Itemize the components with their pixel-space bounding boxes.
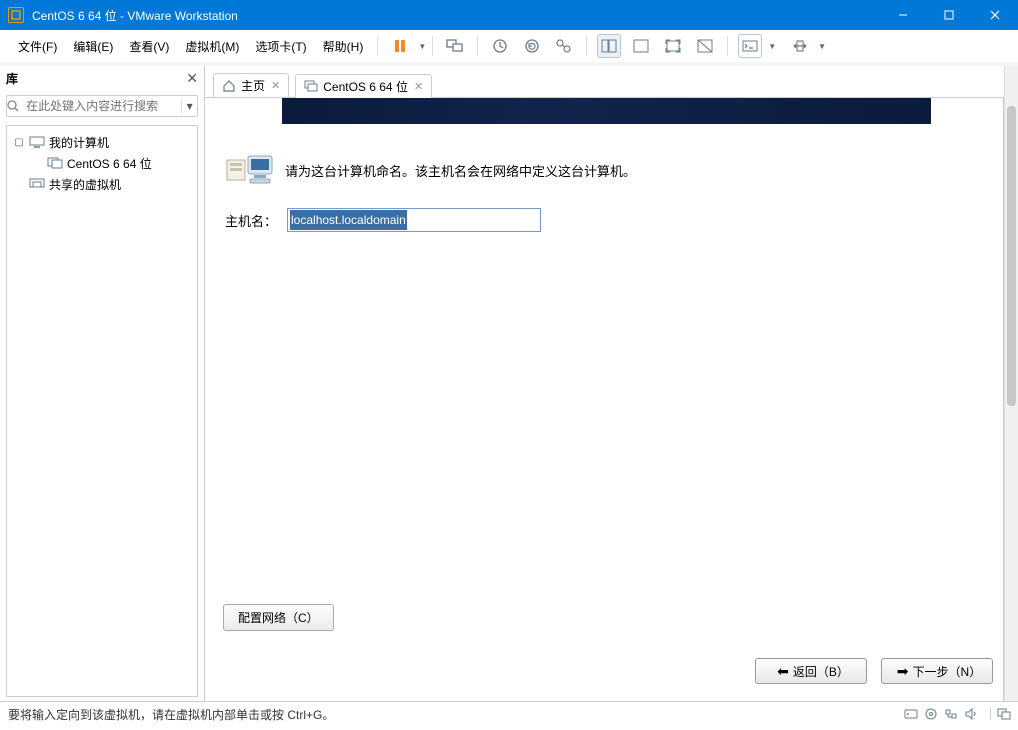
next-button[interactable]: ➡ 下一步（N） [881, 658, 993, 684]
library-tree: ▢ 我的计算机 CentOS 6 64 位 共享的虚拟机 [6, 125, 198, 697]
menu-view[interactable]: 查看(V) [121, 34, 177, 59]
console-icon[interactable] [738, 34, 762, 58]
search-dropdown[interactable]: ▾ [181, 99, 197, 113]
configure-network-button[interactable]: 配置网络（C） [223, 604, 334, 631]
maximize-button[interactable] [926, 0, 972, 30]
tab-close-icon[interactable]: ✕ [414, 80, 423, 93]
status-messages-icon[interactable] [990, 708, 1010, 720]
unity-icon[interactable] [693, 34, 717, 58]
scrollbar-thumb[interactable] [1007, 106, 1016, 406]
view-thumbnails-icon[interactable] [597, 34, 621, 58]
content-area: 主页 ✕ CentOS 6 64 位 ✕ [205, 66, 1018, 701]
vm-display[interactable]: 请为这台计算机命名。该主机名会在网络中定义这台计算机。 主机名： localho… [205, 98, 1004, 701]
separator [377, 36, 378, 56]
search-input[interactable] [26, 99, 181, 113]
status-network-icon[interactable] [944, 708, 964, 720]
tab-home[interactable]: 主页 ✕ [213, 73, 289, 97]
sidebar-header: 库 ✕ [0, 66, 204, 91]
view-single-icon[interactable] [629, 34, 653, 58]
snapshot-icon[interactable] [488, 34, 512, 58]
next-label: 下一步（N） [913, 663, 982, 680]
tree-vm-centos[interactable]: CentOS 6 64 位 [11, 153, 193, 174]
installer-banner [282, 98, 931, 124]
tree-shared-vms[interactable]: 共享的虚拟机 [11, 174, 193, 195]
send-keys-icon[interactable] [443, 34, 467, 58]
expand-toggle[interactable]: ▢ [13, 137, 25, 148]
manage-snapshots-icon[interactable] [552, 34, 576, 58]
close-button[interactable] [972, 0, 1018, 30]
main-layout: 库 ✕ ▾ ▢ 我的计算机 CentOS 6 64 位 [0, 66, 1018, 701]
vertical-scrollbar[interactable] [1004, 66, 1018, 701]
minimize-button[interactable] [880, 0, 926, 30]
arrow-right-icon: ➡ [897, 663, 909, 680]
tab-close-icon[interactable]: ✕ [271, 79, 280, 92]
separator [432, 36, 433, 56]
pause-dropdown[interactable]: ▼ [418, 42, 426, 51]
shared-icon [29, 178, 45, 192]
hostname-label: 主机名： [225, 211, 277, 230]
stretch-icon[interactable] [788, 34, 812, 58]
tab-label: CentOS 6 64 位 [323, 78, 408, 95]
menu-help[interactable]: 帮助(H) [315, 34, 372, 59]
separator [477, 36, 478, 56]
menu-edit[interactable]: 编辑(E) [65, 34, 121, 59]
status-message: 要将输入定向到该虚拟机，请在虚拟机内部单击或按 Ctrl+G。 [8, 706, 904, 723]
menu-vm[interactable]: 虚拟机(M) [177, 34, 247, 59]
revert-icon[interactable] [520, 34, 544, 58]
stretch-dropdown[interactable]: ▼ [818, 42, 826, 51]
window-controls [880, 0, 1018, 30]
status-disk-icon[interactable] [904, 708, 924, 720]
arrow-left-icon: ⬅ [777, 663, 789, 680]
separator [727, 36, 728, 56]
menubar: 文件(F) 编辑(E) 查看(V) 虚拟机(M) 选项卡(T) 帮助(H) ▼ … [0, 30, 1018, 66]
menu-file[interactable]: 文件(F) [10, 34, 65, 59]
tree-item-label: CentOS 6 64 位 [67, 155, 152, 172]
search-icon [7, 100, 26, 112]
hostname-description: 请为这台计算机命名。该主机名会在网络中定义这台计算机。 [285, 161, 636, 180]
tree-my-computer[interactable]: ▢ 我的计算机 [11, 132, 193, 153]
hostname-row: 主机名： localhost.localdomain [225, 208, 541, 232]
home-icon [222, 79, 236, 93]
titlebar: CentOS 6 64 位 - VMware Workstation [0, 0, 1018, 30]
pause-icon[interactable] [388, 34, 412, 58]
window-title: CentOS 6 64 位 - VMware Workstation [32, 7, 880, 24]
sidebar-close-icon[interactable]: ✕ [186, 70, 198, 87]
computers-icon [225, 152, 275, 188]
menu-tabs[interactable]: 选项卡(T) [247, 34, 314, 59]
library-sidebar: 库 ✕ ▾ ▢ 我的计算机 CentOS 6 64 位 [0, 66, 205, 701]
tree-item-label: 共享的虚拟机 [49, 176, 121, 193]
status-cd-icon[interactable] [924, 707, 944, 721]
back-button[interactable]: ⬅ 返回（B） [755, 658, 867, 684]
sidebar-title: 库 [6, 70, 186, 87]
tab-vm-centos[interactable]: CentOS 6 64 位 ✕ [295, 74, 432, 98]
vm-tab-icon [304, 80, 318, 94]
status-sound-icon[interactable] [964, 708, 984, 720]
hostname-description-row: 请为这台计算机命名。该主机名会在网络中定义这台计算机。 [225, 152, 636, 188]
tab-row: 主页 ✕ CentOS 6 64 位 ✕ [205, 70, 1018, 98]
fullscreen-icon[interactable] [661, 34, 685, 58]
tree-item-label: 我的计算机 [49, 134, 109, 151]
back-label: 返回（B） [793, 663, 849, 680]
app-icon [8, 7, 24, 23]
configure-network-wrap: 配置网络（C） [223, 604, 334, 631]
hostname-input[interactable]: localhost.localdomain [287, 208, 541, 232]
console-dropdown[interactable]: ▼ [768, 42, 776, 51]
wizard-nav-buttons: ⬅ 返回（B） ➡ 下一步（N） [755, 658, 993, 684]
tab-label: 主页 [241, 77, 265, 94]
separator [586, 36, 587, 56]
vm-icon [47, 157, 63, 171]
sidebar-search: ▾ [6, 95, 198, 117]
statusbar: 要将输入定向到该虚拟机，请在虚拟机内部单击或按 Ctrl+G。 [0, 701, 1018, 726]
computer-icon [29, 136, 45, 150]
hostname-value: localhost.localdomain [290, 210, 407, 230]
